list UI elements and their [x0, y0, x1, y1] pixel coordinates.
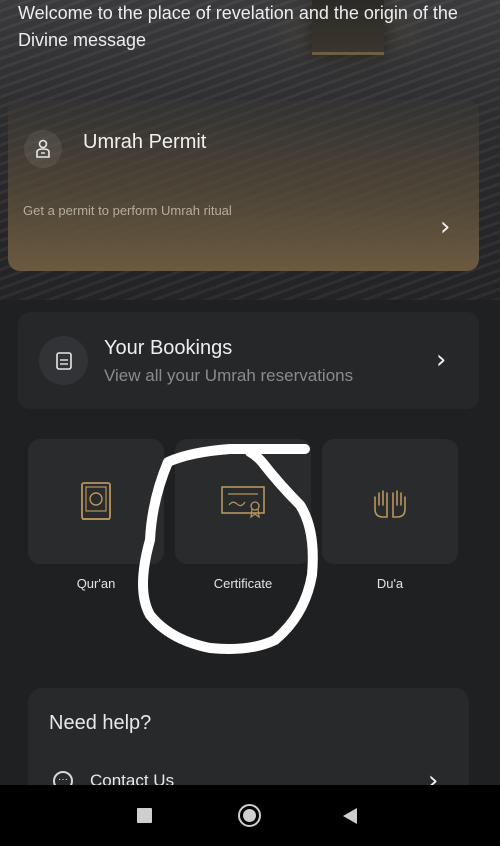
home-button-dot	[243, 809, 256, 822]
quran-book-icon	[81, 481, 111, 520]
umrah-permit-title: Umrah Permit	[83, 131, 207, 153]
document-icon	[39, 336, 88, 385]
dua-label: Du'a	[376, 576, 404, 591]
umrah-permit-card[interactable]	[8, 100, 479, 271]
chevron-right-icon[interactable]: ›	[440, 214, 450, 240]
chevron-right-icon[interactable]: ›	[436, 347, 446, 373]
recents-button[interactable]	[137, 808, 152, 823]
umrah-permit-subtitle: Get a permit to perform Umrah ritual	[23, 203, 232, 218]
dua-tile[interactable]	[322, 439, 458, 564]
your-bookings-title: Your Bookings	[104, 337, 233, 359]
certificate-icon	[221, 485, 265, 518]
person-icon	[24, 130, 62, 168]
your-bookings-subtitle: View all your Umrah reservations	[104, 366, 354, 385]
quran-tile[interactable]	[28, 439, 164, 564]
quran-label: Qur'an	[76, 576, 116, 591]
help-title: Need help?	[49, 712, 152, 734]
welcome-text: Welcome to the place of revelation and t…	[18, 3, 458, 50]
certificate-label: Certificate	[213, 576, 273, 591]
praying-hands-icon	[374, 489, 406, 518]
back-button[interactable]	[343, 808, 357, 824]
certificate-tile[interactable]	[175, 439, 311, 564]
